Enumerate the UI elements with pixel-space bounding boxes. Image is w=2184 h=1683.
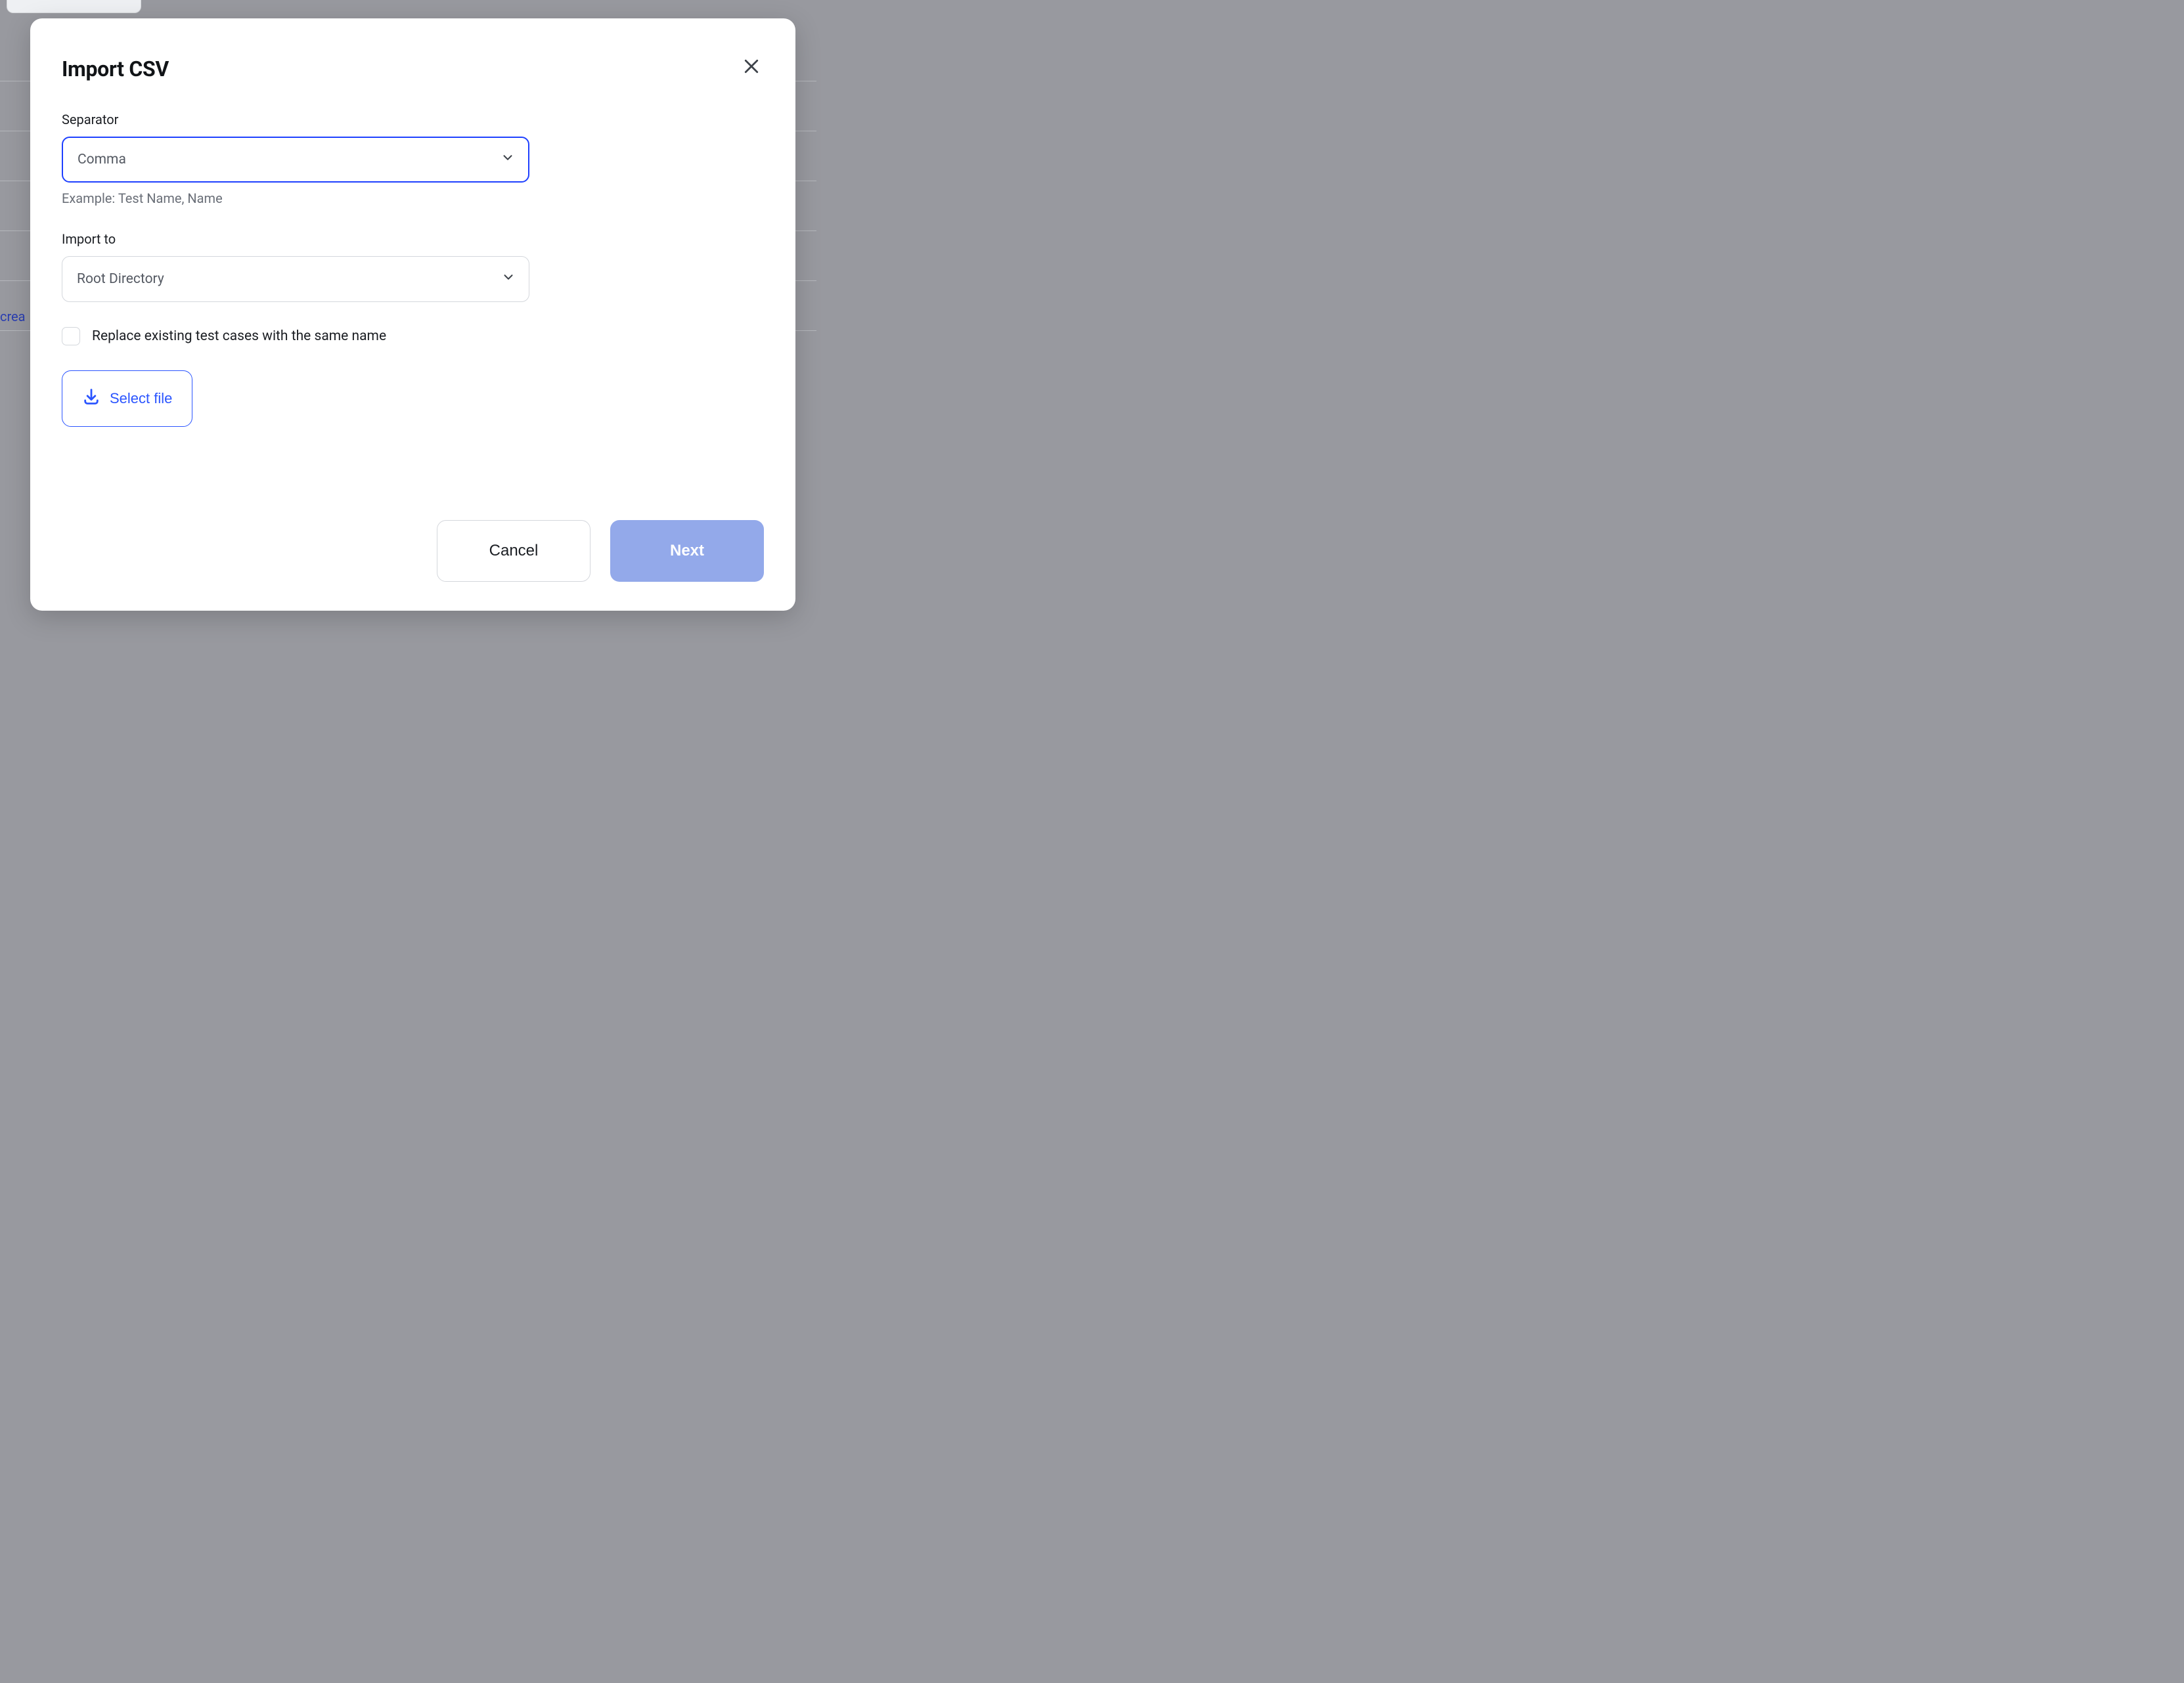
replace-checkbox-row: Replace existing test cases with the sam… — [62, 327, 529, 345]
next-button[interactable]: Next — [610, 520, 764, 582]
form-body: Separator Comma Example: Test Name, Name… — [62, 112, 529, 427]
next-button-label: Next — [670, 542, 704, 560]
replace-checkbox-label: Replace existing test cases with the sam… — [92, 328, 386, 344]
close-button[interactable] — [739, 54, 764, 81]
separator-group: Separator Comma Example: Test Name, Name — [62, 112, 529, 206]
replace-checkbox[interactable] — [62, 327, 80, 345]
chevron-down-icon — [501, 150, 515, 169]
cancel-button-label: Cancel — [489, 542, 539, 560]
modal-footer: Cancel Next — [62, 520, 764, 582]
cancel-button[interactable]: Cancel — [437, 520, 591, 582]
chevron-down-icon — [501, 270, 516, 288]
import-to-group: Import to Root Directory — [62, 231, 529, 302]
separator-value: Comma — [78, 152, 126, 167]
modal-title: Import CSV — [62, 56, 169, 81]
background-link-fragment: crea — [0, 309, 26, 324]
separator-select[interactable]: Comma — [62, 137, 529, 183]
download-icon — [82, 387, 100, 410]
select-file-label: Select file — [110, 390, 172, 407]
background-tab-fragment — [7, 0, 141, 13]
import-csv-modal: Import CSV Separator Comma — [30, 18, 795, 611]
import-to-label: Import to — [62, 231, 529, 247]
import-to-select[interactable]: Root Directory — [62, 256, 529, 302]
select-file-button[interactable]: Select file — [62, 370, 192, 427]
separator-help-text: Example: Test Name, Name — [62, 190, 529, 206]
modal-header: Import CSV — [62, 56, 764, 81]
separator-label: Separator — [62, 112, 529, 127]
import-to-value: Root Directory — [77, 271, 164, 287]
close-icon — [742, 56, 761, 76]
